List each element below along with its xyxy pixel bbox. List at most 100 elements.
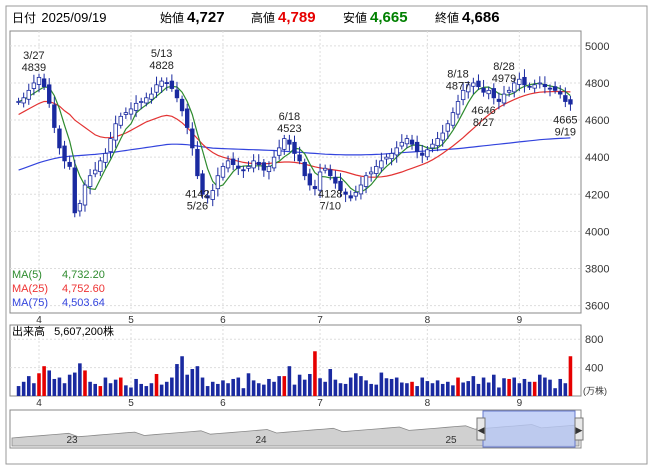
volume-bar <box>492 374 496 396</box>
candle-body <box>195 148 200 177</box>
candle-body <box>87 175 93 187</box>
month-label: 5 <box>128 315 134 326</box>
candle-body <box>435 138 440 147</box>
volume-bar <box>548 379 552 396</box>
candle-body <box>491 88 496 99</box>
candle-body <box>16 101 21 103</box>
candle-body <box>98 160 103 173</box>
candle-body <box>471 82 476 87</box>
volume-bar <box>410 381 414 396</box>
volume-bar <box>93 383 97 396</box>
candle-body <box>103 153 108 163</box>
candle-body <box>348 195 353 199</box>
candle-body <box>409 139 415 145</box>
volume-bar <box>369 383 373 396</box>
volume-bar <box>379 372 384 396</box>
candle-body <box>108 138 113 152</box>
volume-bar <box>47 370 52 396</box>
candle-body <box>501 93 507 104</box>
candle-body <box>302 161 307 177</box>
candle-body <box>517 78 522 85</box>
annotation-label: 5/13 <box>151 48 172 60</box>
candle-body <box>389 153 394 160</box>
candle-body <box>333 176 338 184</box>
candle-body <box>225 160 231 169</box>
volume-bar <box>175 364 179 396</box>
annotation-label: 4142 <box>185 189 209 201</box>
candle-body <box>133 102 139 111</box>
volume-bar <box>37 373 41 396</box>
grid-lines <box>10 31 581 396</box>
ma-legend: MA(5) 4,732.20 MA(25) 4,752.60 MA(75) 4,503… <box>12 268 105 310</box>
candle-body <box>113 123 118 141</box>
candle-body <box>542 84 548 88</box>
volume-bar <box>210 381 215 396</box>
ma25-label: MA(25) <box>12 283 49 295</box>
candle-body <box>118 115 123 126</box>
candle-body <box>230 158 236 165</box>
candle-body <box>568 99 573 105</box>
candle-body <box>236 165 241 169</box>
volume-unit-label: (万株) <box>583 385 607 396</box>
price-annotations: 3/274839 5/134828 6/184523 8/184877 8/284979… <box>22 48 578 213</box>
candle-body <box>420 152 425 156</box>
price-tick-label: 4400 <box>585 152 609 164</box>
price-tick-label: 4200 <box>585 189 609 201</box>
volume-bar <box>384 378 389 396</box>
candle-body <box>440 132 445 141</box>
volume-bar <box>185 374 189 396</box>
candlesticks <box>16 69 573 218</box>
volume-bar <box>134 378 138 396</box>
candle-body <box>552 86 558 91</box>
volume-bar <box>440 383 445 396</box>
month-label: 5 <box>128 398 134 409</box>
navigator-year-label: 23 <box>66 435 78 446</box>
volume-bar <box>32 383 36 396</box>
volume-bar <box>451 385 455 396</box>
volume-bar <box>272 381 276 396</box>
candle-body <box>450 112 456 126</box>
candle-body <box>343 191 348 195</box>
volume-bar <box>154 373 159 396</box>
candle-body <box>159 80 164 87</box>
candle-body <box>21 97 26 104</box>
candle-body <box>215 175 221 190</box>
candle-body <box>328 169 333 177</box>
volume-bar <box>241 388 246 396</box>
candle-body <box>47 84 52 104</box>
volume-bar <box>42 366 46 396</box>
annotation-label: 8/18 <box>447 69 468 81</box>
volume-bar <box>251 380 256 396</box>
candle-body <box>210 190 215 200</box>
annotation-label: 4523 <box>277 123 301 135</box>
candle-body <box>399 141 405 147</box>
candle-body <box>82 184 88 206</box>
volume-bar <box>302 379 307 396</box>
candle-body <box>363 175 369 187</box>
volume-bar <box>287 366 292 396</box>
volume-bar <box>446 381 450 396</box>
candle-body <box>26 89 31 100</box>
price-axis: 3600 3800 4000 4200 4400 4600 4800 5000 <box>585 41 609 313</box>
annotation-label: 4839 <box>22 62 46 74</box>
volume-bar <box>21 381 26 396</box>
annotation-label: 8/27 <box>473 117 494 129</box>
navigator-selection[interactable] <box>482 410 576 448</box>
volume-bar <box>435 380 440 396</box>
volume-value: 5,607,200株 <box>54 326 114 338</box>
volume-bar <box>527 381 532 396</box>
volume-bar <box>221 380 225 396</box>
month-label: 6 <box>220 315 226 326</box>
volume-bar <box>328 369 333 396</box>
candle-body <box>184 108 190 128</box>
volume-bar <box>394 377 399 396</box>
volume-bar <box>537 374 542 396</box>
candle-body <box>455 101 461 115</box>
candle-body <box>77 203 83 212</box>
volume-bar <box>144 386 149 396</box>
candle-body <box>317 171 323 191</box>
candle-body <box>31 82 37 89</box>
volume-axis: 800 400 (万株) <box>583 334 607 396</box>
month-label: 4 <box>36 398 42 409</box>
price-tick-label: 3800 <box>585 263 609 275</box>
